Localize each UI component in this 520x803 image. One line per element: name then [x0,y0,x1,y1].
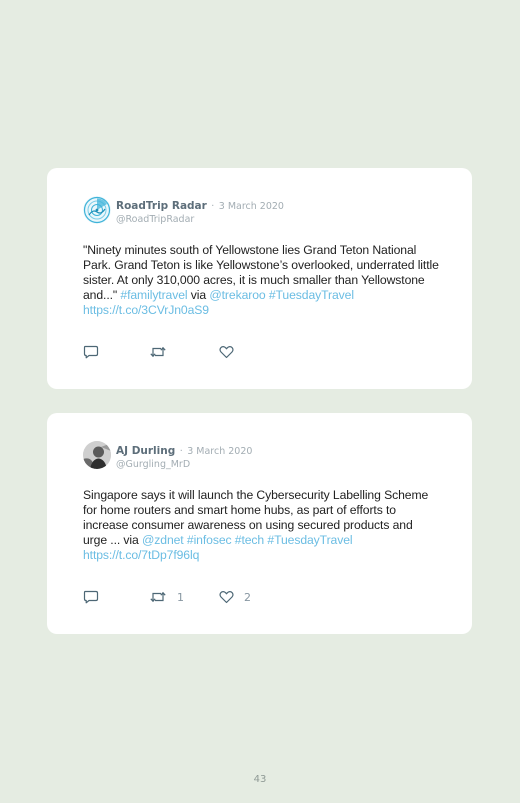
radar-logo-icon[interactable] [83,196,111,224]
tweet-link[interactable]: @zdnet [142,533,184,547]
tweet-link[interactable]: @trekaroo [209,288,265,302]
tweet-actions: 1 2 [83,589,463,605]
tweet-date: 3 March 2020 [218,201,284,212]
tweet-card: RoadTrip Radar · 3 March 2020 @RoadTripR… [47,168,472,389]
tweet-text: "Ninety minutes south of Yellowstone lie… [83,243,439,318]
tweet-date: 3 March 2020 [187,446,253,457]
user-photo-avatar[interactable] [83,441,111,469]
retweet-icon [150,591,166,603]
author-handle[interactable]: @Gurgling_MrD [116,458,252,471]
separator-dot: · [179,446,183,457]
tweet-actions [83,344,463,360]
like-count: 2 [244,590,251,604]
tweet-link[interactable]: #infosec [187,533,232,547]
author-name[interactable]: RoadTrip Radar [116,200,207,212]
tweet-text: Singapore says it will launch the Cybers… [83,488,439,563]
reply-icon [83,590,99,604]
tweet-header: AJ Durling · 3 March 2020 @Gurgling_MrD [116,443,252,471]
tweet-card: AJ Durling · 3 March 2020 @Gurgling_MrD … [47,413,472,634]
author-name[interactable]: AJ Durling [116,445,175,457]
retweet-count: 1 [177,590,184,604]
page-number: 43 [253,774,267,785]
tweet-link[interactable]: #familytravel [120,288,187,302]
tweet-link[interactable]: https://t.co/7tDp7f96lq [83,548,199,562]
author-handle[interactable]: @RoadTripRadar [116,213,284,226]
tweet-link[interactable]: #TuesdayTravel [267,533,352,547]
like-button[interactable]: 2 [219,589,251,605]
tweet-header: RoadTrip Radar · 3 March 2020 @RoadTripR… [116,198,284,226]
tweet-link[interactable]: https://t.co/3CVrJn0aS9 [83,303,209,317]
tweet-link[interactable]: #TuesdayTravel [269,288,354,302]
reply-button[interactable] [83,589,99,605]
heart-icon [219,346,234,359]
like-button[interactable] [219,344,244,360]
tweet-link[interactable]: #tech [235,533,264,547]
retweet-button[interactable] [149,344,177,360]
separator-dot: · [211,201,215,212]
reply-button[interactable] [83,344,99,360]
reply-icon [83,345,99,359]
tweet-text-segment: via [187,288,210,302]
retweet-button[interactable]: 1 [149,589,184,605]
heart-icon [219,591,234,604]
retweet-icon [150,346,166,358]
